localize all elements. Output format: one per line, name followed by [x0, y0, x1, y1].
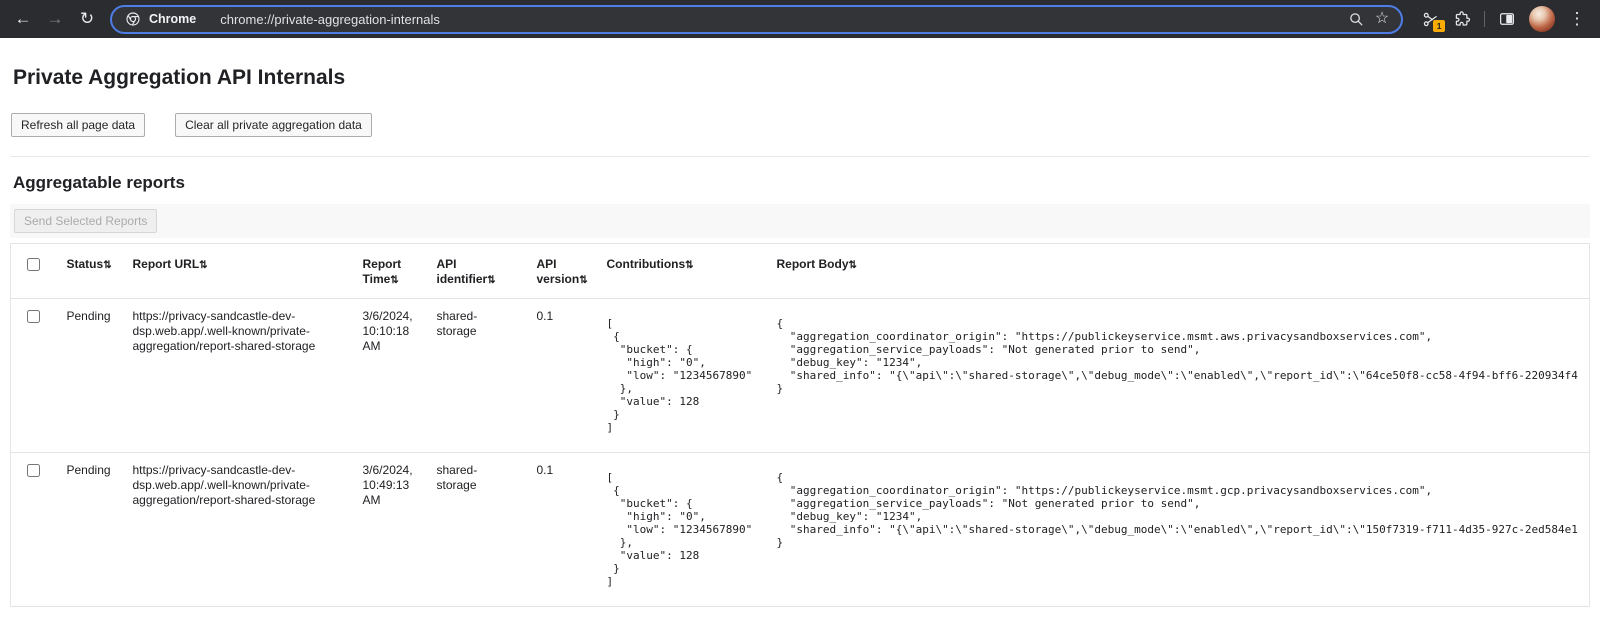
sort-icon: ⇅ [103, 260, 110, 271]
profile-avatar[interactable] [1529, 6, 1555, 32]
back-icon[interactable]: ← [8, 4, 38, 34]
select-all-checkbox[interactable] [27, 258, 40, 271]
aggregatable-reports-title: Aggregatable reports [13, 173, 1600, 193]
table-row: Pending https://privacy-sandcastle-dev-d… [11, 299, 1590, 453]
toolbar-separator [1484, 11, 1485, 27]
contributions-cell: [ { "bucket": { "high": "0", "low": "123… [599, 299, 769, 453]
section-divider [10, 156, 1590, 157]
column-header-api-identifier[interactable]: API identifier⇅ [429, 244, 529, 299]
report-body-json: { "aggregation_coordinator_origin": "htt… [777, 471, 1582, 549]
column-header-api-version[interactable]: API version⇅ [529, 244, 599, 299]
table-header-row: Status⇅ Report URL⇅ Report Time⇅ API ide… [11, 244, 1590, 299]
chrome-logo-icon [125, 11, 141, 27]
reload-icon[interactable]: ↻ [72, 4, 102, 34]
column-header-report-url-label: Report URL [133, 257, 200, 271]
contributions-json: [ { "bucket": { "high": "0", "low": "123… [607, 317, 761, 434]
api-identifier-value: shared-storage [437, 463, 497, 493]
contributions-cell: [ { "bucket": { "high": "0", "low": "123… [599, 453, 769, 607]
column-header-api-identifier-label: API identifier [437, 257, 488, 286]
report-url-cell: https://privacy-sandcastle-dev-dsp.web.a… [125, 453, 355, 607]
site-info-chip[interactable]: Chrome [125, 11, 196, 27]
sort-icon: ⇅ [685, 260, 692, 271]
column-header-report-body[interactable]: Report Body⇅ [769, 244, 1590, 299]
column-header-api-version-label: API version [537, 257, 580, 286]
column-header-report-body-label: Report Body [777, 257, 849, 271]
site-label: Chrome [149, 12, 196, 26]
sort-icon: ⇅ [849, 260, 856, 271]
report-body-cell: { "aggregation_coordinator_origin": "htt… [769, 453, 1590, 607]
page-actions: Refresh all page data Clear all private … [11, 113, 1600, 137]
column-header-report-time[interactable]: Report Time⇅ [355, 244, 429, 299]
select-all-cell [11, 244, 59, 299]
browser-menu-icon[interactable]: ⋮ [1562, 4, 1592, 34]
extensions-puzzle-icon[interactable] [1447, 4, 1477, 34]
status-cell: Pending [59, 299, 125, 453]
column-header-status-label: Status [67, 257, 104, 271]
row-checkbox[interactable] [27, 310, 40, 323]
column-header-contributions-label: Contributions [607, 257, 686, 271]
aggregatable-reports-table: Status⇅ Report URL⇅ Report Time⇅ API ide… [10, 243, 1590, 607]
report-time-cell: 3/6/2024, 10:10:18 AM [355, 299, 429, 453]
column-header-report-url[interactable]: Report URL⇅ [125, 244, 355, 299]
address-bar[interactable]: Chrome chrome://private-aggregation-inte… [110, 5, 1403, 34]
report-body-cell: { "aggregation_coordinator_origin": "htt… [769, 299, 1590, 453]
sort-icon: ⇅ [390, 275, 397, 286]
side-panel-icon[interactable] [1492, 4, 1522, 34]
api-identifier-cell: shared-storage [429, 453, 529, 607]
api-version-cell: 0.1 [529, 299, 599, 453]
column-header-status[interactable]: Status⇅ [59, 244, 125, 299]
row-select-cell [11, 453, 59, 607]
sort-icon: ⇅ [199, 260, 206, 271]
page-title: Private Aggregation API Internals [13, 66, 1600, 90]
sort-icon: ⇅ [579, 275, 586, 286]
table-row: Pending https://privacy-sandcastle-dev-d… [11, 453, 1590, 607]
sort-icon: ⇅ [487, 275, 494, 286]
report-time-cell: 3/6/2024, 10:49:13 AM [355, 453, 429, 607]
row-checkbox[interactable] [27, 464, 40, 477]
bookmark-star-icon[interactable]: ☆ [1369, 6, 1395, 32]
url-text[interactable]: chrome://private-aggregation-internals [220, 12, 440, 27]
api-version-cell: 0.1 [529, 453, 599, 607]
api-identifier-cell: shared-storage [429, 299, 529, 453]
extension-badge: 1 [1432, 19, 1446, 33]
send-reports-bar: Send Selected Reports [10, 204, 1590, 238]
zoom-icon[interactable] [1343, 6, 1369, 32]
clear-all-button[interactable]: Clear all private aggregation data [175, 113, 372, 137]
row-select-cell [11, 299, 59, 453]
forward-icon[interactable]: → [40, 4, 70, 34]
send-selected-reports-button[interactable]: Send Selected Reports [14, 209, 157, 233]
column-header-contributions[interactable]: Contributions⇅ [599, 244, 769, 299]
status-cell: Pending [59, 453, 125, 607]
api-identifier-value: shared-storage [437, 309, 497, 339]
contributions-json: [ { "bucket": { "high": "0", "low": "123… [607, 471, 761, 588]
browser-toolbar: ← → ↻ Chrome chrome://private-aggregatio… [0, 0, 1600, 38]
scissors-extension-icon[interactable]: 1 [1415, 4, 1445, 34]
report-url-cell: https://privacy-sandcastle-dev-dsp.web.a… [125, 299, 355, 453]
refresh-all-button[interactable]: Refresh all page data [11, 113, 145, 137]
report-body-json: { "aggregation_coordinator_origin": "htt… [777, 317, 1582, 395]
